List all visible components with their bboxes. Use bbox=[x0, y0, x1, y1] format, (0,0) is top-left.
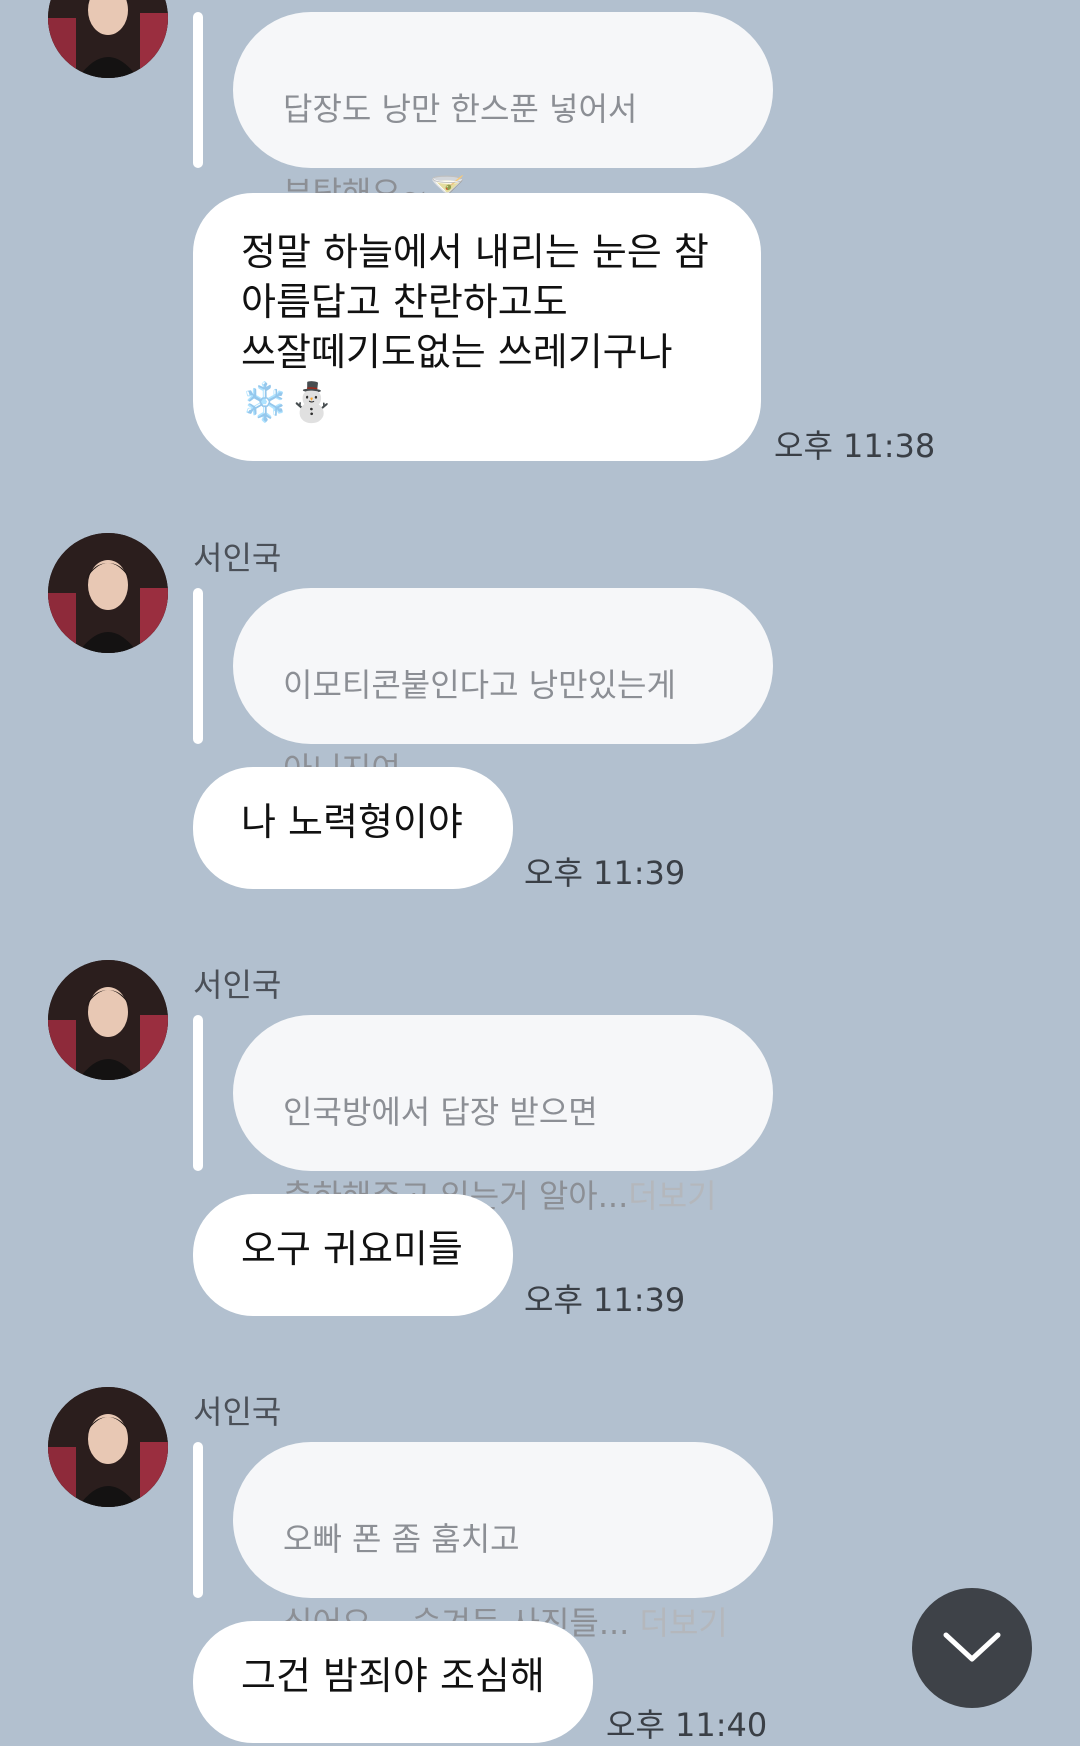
reply-bubble[interactable]: 정말 하늘에서 내리는 눈은 참 아름답고 찬란하고도 쓰잘떼기도없는 쓰레기구… bbox=[193, 193, 761, 461]
quote-line: 오빠 폰 좀 훔치고 bbox=[283, 1520, 520, 1558]
profile-photo bbox=[48, 0, 168, 78]
quote-bubble[interactable]: 답장도 낭만 한스푼 넣어서 부탁해요~🍸 bbox=[233, 12, 773, 212]
see-more-link[interactable]: 더보기 bbox=[640, 1604, 728, 1642]
quote-line: 이모티콘붙인다고 낭만있는게 bbox=[283, 666, 676, 704]
avatar[interactable] bbox=[48, 533, 168, 653]
profile-photo bbox=[48, 1387, 168, 1507]
message-time: 오후 11:39 bbox=[524, 1281, 686, 1319]
sender-name: 서인국 bbox=[193, 539, 282, 577]
reply-bubble[interactable]: 그건 밤죄야 조심해 bbox=[193, 1621, 593, 1743]
quote-bubble[interactable]: 오빠 폰 좀 훔치고 싶어요... 숨겨둔 사진들... 더보기 bbox=[233, 1442, 773, 1642]
quote-bar bbox=[193, 1015, 203, 1171]
quote-line: 인국방에서 답장 받으면 bbox=[283, 1093, 598, 1131]
profile-photo bbox=[48, 533, 168, 653]
quote-bubble[interactable]: 인국방에서 답장 받으면 축하해주고 있는거 알아...더보기 bbox=[233, 1015, 773, 1215]
reply-bubble[interactable]: 나 노력형이야 bbox=[193, 767, 513, 889]
message-time: 오후 11:39 bbox=[524, 854, 686, 892]
see-more-link[interactable]: 더보기 bbox=[628, 1177, 716, 1215]
scroll-to-bottom-button[interactable] bbox=[912, 1588, 1032, 1708]
chat-view[interactable]: 답장도 낭만 한스푼 넣어서 부탁해요~🍸 정말 하늘에서 내리는 눈은 참 아… bbox=[0, 0, 1080, 1744]
avatar[interactable] bbox=[48, 1387, 168, 1507]
message-time: 오후 11:38 bbox=[774, 427, 936, 465]
quote-bar bbox=[193, 1442, 203, 1598]
message-time: 오후 11:40 bbox=[606, 1706, 768, 1744]
quote-line: 답장도 낭만 한스푼 넣어서 bbox=[283, 90, 638, 128]
avatar[interactable] bbox=[48, 0, 168, 78]
profile-photo bbox=[48, 960, 168, 1080]
sender-name: 서인국 bbox=[193, 966, 282, 1004]
reply-bubble[interactable]: 오구 귀요미들 bbox=[193, 1194, 513, 1316]
quote-bar bbox=[193, 12, 203, 168]
sender-name: 서인국 bbox=[193, 1393, 282, 1431]
quote-bar bbox=[193, 588, 203, 744]
chevron-down-icon bbox=[943, 1632, 1001, 1662]
avatar[interactable] bbox=[48, 960, 168, 1080]
quote-bubble[interactable]: 이모티콘붙인다고 낭만있는게 아니지여 bbox=[233, 588, 773, 788]
